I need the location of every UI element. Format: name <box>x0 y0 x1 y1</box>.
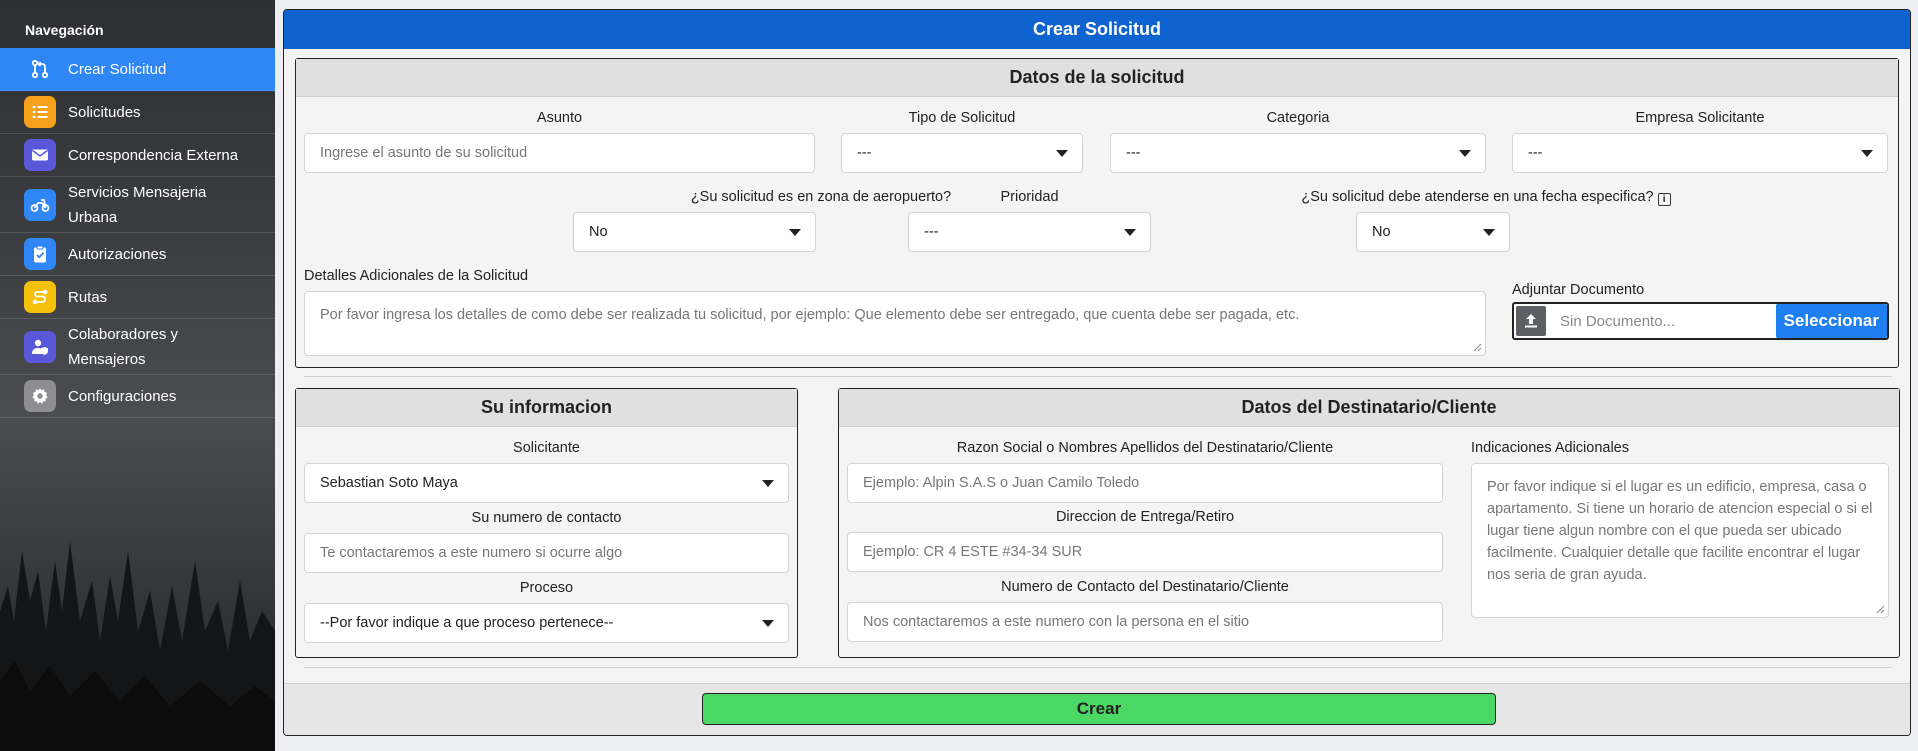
forest-background <box>0 541 275 751</box>
chevron-down-icon <box>1056 150 1068 157</box>
indicaciones-placeholder: Por favor indique si el lugar es un edif… <box>1487 479 1873 583</box>
solicitante-select[interactable]: Sebastian Soto Maya <box>304 463 789 503</box>
proceso-value: --Por favor indique a que proceso perten… <box>320 615 614 631</box>
fecha-label: ¿Su solicitud debe atenderse en una fech… <box>1196 189 1776 206</box>
form-footer: Crear <box>284 683 1910 735</box>
chevron-down-icon <box>789 229 801 236</box>
empresa-label: Empresa Solicitante <box>1635 110 1765 126</box>
sidebar-item-solicitudes[interactable]: Solicitudes <box>0 91 275 134</box>
sidebar-item-autorizaciones[interactable]: Autorizaciones <box>0 233 275 276</box>
upload-icon <box>1516 306 1546 336</box>
razon-input[interactable]: Ejemplo: Alpin S.A.S o Juan Camilo Toled… <box>847 463 1443 503</box>
sidebar: Navegación Crear Solicitud Solicitudes C… <box>0 0 275 751</box>
empresa-value: --- <box>1528 145 1543 161</box>
sidebar-item-label: Configuraciones <box>68 387 177 405</box>
prioridad-value: --- <box>924 224 939 240</box>
nav-list: Crear Solicitud Solicitudes Corresponden… <box>0 48 275 418</box>
categoria-select[interactable]: --- <box>1110 133 1486 173</box>
fecha-label-text: ¿Su solicitud debe atenderse en una fech… <box>1301 189 1654 205</box>
direccion-input[interactable]: Ejemplo: CR 4 ESTE #34-34 SUR <box>847 532 1443 572</box>
contacto-input[interactable]: Te contactaremos a este numero si ocurre… <box>304 533 789 573</box>
sidebar-item-label: Crear Solicitud <box>68 60 167 78</box>
categoria-label: Categoria <box>1266 110 1330 126</box>
aeropuerto-select[interactable]: No <box>573 212 816 252</box>
clipboard-check-icon <box>24 238 56 270</box>
informacion-panel: Su informacion Solicitante Sebastian Sot… <box>295 388 798 658</box>
destinatario-contacto-input[interactable]: Nos contactaremos a este numero con la p… <box>847 602 1443 642</box>
fecha-value: No <box>1372 224 1391 240</box>
tipo-select[interactable]: --- <box>841 133 1083 173</box>
proceso-label: Proceso <box>519 580 574 596</box>
sidebar-item-label: Correspondencia Externa <box>68 146 239 164</box>
gear-icon <box>24 380 56 412</box>
chevron-down-icon <box>1861 150 1873 157</box>
sidebar-item-mensajeria[interactable]: Servicios Mensajeria Urbana <box>0 177 275 233</box>
sidebar-item-label: Servicios Mensajeria Urbana <box>68 183 207 226</box>
solicitud-panel-title: Datos de la solicitud <box>296 59 1898 97</box>
resize-handle-icon[interactable] <box>1473 343 1482 352</box>
divider <box>304 376 1892 377</box>
sidebar-item-label: Solicitudes <box>68 103 141 121</box>
info-icon[interactable]: i <box>1657 193 1671 206</box>
resize-handle-icon[interactable] <box>1876 605 1885 614</box>
seleccionar-button[interactable]: Seleccionar <box>1775 304 1887 338</box>
adjuntar-placeholder: Sin Documento... <box>1560 312 1676 330</box>
motorcycle-icon <box>24 188 56 221</box>
main-form: Crear Solicitud Datos de la solicitud As… <box>283 9 1911 736</box>
adjuntar-file-input[interactable]: Sin Documento... Seleccionar <box>1512 302 1889 340</box>
adjuntar-label: Adjuntar Documento <box>1512 282 1645 298</box>
informacion-panel-title: Su informacion <box>296 389 797 427</box>
list-icon <box>24 96 56 128</box>
user-shield-icon <box>24 330 56 363</box>
fecha-select[interactable]: No <box>1356 212 1510 252</box>
empresa-select[interactable]: --- <box>1512 133 1888 173</box>
crear-button[interactable]: Crear <box>702 693 1496 725</box>
prioridad-select[interactable]: --- <box>908 212 1151 252</box>
sidebar-item-colaboradores[interactable]: Colaboradores y Mensajeros <box>0 319 275 375</box>
git-pull-request-icon <box>24 53 56 85</box>
mail-icon <box>24 139 56 171</box>
detalles-label: Detalles Adicionales de la Solicitud <box>304 268 529 284</box>
direccion-label: Direccion de Entrega/Retiro <box>1055 509 1235 525</box>
chevron-down-icon <box>762 620 774 627</box>
route-icon <box>24 281 56 313</box>
page-title: Crear Solicitud <box>284 10 1910 49</box>
solicitante-value: Sebastian Soto Maya <box>320 475 458 491</box>
solicitante-label: Solicitante <box>513 440 580 456</box>
razon-label: Razon Social o Nombres Apellidos del Des… <box>956 440 1334 456</box>
tipo-label: Tipo de Solicitud <box>908 110 1016 126</box>
aeropuerto-value: No <box>589 224 608 240</box>
solicitud-panel: Datos de la solicitud Asunto Ingrese el … <box>295 58 1899 368</box>
contacto-label: Su numero de contacto <box>471 510 622 526</box>
asunto-input[interactable]: Ingrese el asunto de su solicitud <box>304 133 815 173</box>
destinatario-panel-title: Datos del Destinatario/Cliente <box>839 389 1899 427</box>
indicaciones-textarea[interactable]: Por favor indique si el lugar es un edif… <box>1471 463 1889 618</box>
sidebar-item-crear-solicitud[interactable]: Crear Solicitud <box>0 48 275 91</box>
chevron-down-icon <box>1459 150 1471 157</box>
divider <box>304 667 1892 668</box>
tipo-value: --- <box>857 145 872 161</box>
chevron-down-icon <box>762 480 774 487</box>
destinatario-contacto-label: Numero de Contacto del Destinatario/Clie… <box>1001 579 1289 595</box>
sidebar-item-correspondencia[interactable]: Correspondencia Externa <box>0 134 275 177</box>
sidebar-item-label: Autorizaciones <box>68 245 167 263</box>
prioridad-label: Prioridad <box>1000 189 1059 205</box>
sidebar-item-label: Rutas <box>68 288 108 306</box>
sidebar-item-configuraciones[interactable]: Configuraciones <box>0 375 275 418</box>
asunto-label: Asunto <box>536 110 583 126</box>
nav-title: Navegación <box>25 22 104 38</box>
chevron-down-icon <box>1483 229 1495 236</box>
indicaciones-label: Indicaciones Adicionales <box>1471 440 1629 456</box>
destinatario-panel: Datos del Destinatario/Cliente Razon Soc… <box>838 388 1900 658</box>
chevron-down-icon <box>1124 229 1136 236</box>
categoria-value: --- <box>1126 145 1141 161</box>
sidebar-item-label: Colaboradores y Mensajeros <box>68 325 179 368</box>
detalles-textarea[interactable]: Por favor ingresa los detalles de como d… <box>304 291 1486 356</box>
detalles-placeholder: Por favor ingresa los detalles de como d… <box>320 307 1300 323</box>
proceso-select[interactable]: --Por favor indique a que proceso perten… <box>304 603 789 643</box>
sidebar-item-rutas[interactable]: Rutas <box>0 276 275 319</box>
